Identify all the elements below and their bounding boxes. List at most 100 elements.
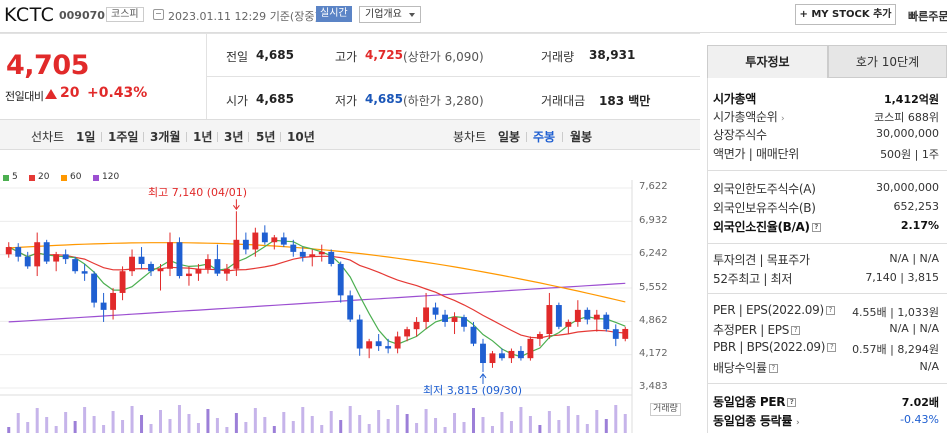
volume-bar — [7, 427, 11, 433]
volume-bar — [424, 409, 428, 433]
candle-body — [565, 321, 572, 327]
candle-body — [508, 350, 515, 359]
volume-bar — [83, 407, 87, 433]
divider — [280, 132, 281, 142]
candle-body — [214, 259, 221, 274]
candle-body — [432, 307, 439, 315]
up-triangle-icon — [45, 89, 57, 99]
candle-body — [337, 263, 344, 296]
datetime-text: 2023.01.11 12:29 — [168, 10, 267, 23]
pbr-bps-text: PBR | BPS(2022.09) — [713, 340, 826, 354]
period-5y[interactable]: 5년 — [256, 128, 275, 145]
y-tick: 4,172 — [639, 348, 668, 359]
amount-value: 183 백만 — [599, 94, 651, 108]
high-label: 고가 — [335, 50, 358, 64]
volume-bar — [196, 423, 200, 433]
y-tick: 6,932 — [639, 215, 668, 226]
corp-info-dropdown[interactable]: 기업개요 — [359, 6, 421, 23]
volume-bar — [16, 413, 20, 433]
volume-bar — [415, 423, 419, 433]
help-icon[interactable]: ? — [811, 223, 821, 232]
volume-bar — [472, 408, 475, 433]
candle-body — [442, 314, 448, 322]
period-1y[interactable]: 1년 — [193, 128, 212, 145]
candle-body — [394, 336, 401, 349]
stock-page: KCTC 009070 코스피 2023.01.11 12:29 기준(장중) … — [0, 0, 947, 433]
market-cap-rank-text: 시가총액순위 — [713, 110, 778, 124]
candlestick-chart[interactable] — [0, 180, 700, 433]
divider — [101, 132, 102, 142]
dividend-label: 배당수익률? — [713, 359, 778, 376]
candle-body — [622, 328, 629, 339]
opinion-value: N/A | N/A — [889, 252, 939, 265]
realtime-badge[interactable]: 실시간 — [316, 6, 352, 22]
volume-bar — [121, 420, 125, 433]
help-icon[interactable]: ? — [827, 343, 837, 352]
week52-value: 7,140 | 3,815 — [865, 271, 939, 284]
period-3m[interactable]: 3개월 — [150, 128, 180, 145]
y-tick: 3,483 — [639, 381, 668, 392]
market-cap-rank-label: 시가총액순위 › — [713, 108, 785, 125]
est-per-eps-text: 추정PER | EPS — [713, 323, 790, 337]
foreign-limit-value: 30,000,000 — [876, 181, 939, 194]
candle-body — [81, 271, 88, 274]
help-icon[interactable]: ? — [791, 326, 801, 335]
tab-quote-10[interactable]: 호가 10단계 — [828, 45, 947, 78]
volume-bar — [623, 414, 627, 433]
industry-change-label: 동일업종 등락률 › — [713, 412, 800, 429]
volume-bar — [159, 410, 162, 433]
clock-icon — [153, 9, 164, 20]
low-value: 4,685 — [365, 92, 403, 106]
help-icon[interactable]: ? — [825, 306, 835, 315]
candle-body — [499, 353, 505, 359]
ma60-line — [8, 242, 626, 303]
lower-limit: (하한가 3,280) — [403, 94, 484, 108]
volume-bar — [54, 426, 58, 433]
candle-daily[interactable]: 일봉 — [498, 128, 520, 145]
candle-body — [204, 259, 211, 269]
open-label: 시가 — [226, 94, 249, 108]
ma120-line — [8, 282, 626, 323]
period-1w[interactable]: 1주일 — [108, 128, 138, 145]
foreign-hold-value: 652,253 — [893, 200, 940, 213]
candle-body — [299, 251, 306, 257]
candle-weekly[interactable]: 주봉 — [533, 128, 555, 145]
dividend-value: N/A — [919, 360, 939, 373]
mystock-add-button[interactable]: + MY STOCK 추가 — [795, 4, 896, 25]
candle-monthly[interactable]: 월봉 — [570, 128, 592, 145]
volume-bar — [557, 420, 561, 433]
candle-body — [413, 321, 420, 330]
volume-bar — [348, 406, 352, 433]
help-icon[interactable]: ? — [768, 364, 778, 373]
volume-bar — [310, 416, 314, 433]
tab-invest-info[interactable]: 투자정보 — [707, 45, 828, 78]
foreign-limit-label: 외국인한도주식수(A) — [713, 182, 816, 196]
prev-close-value: 4,685 — [256, 48, 294, 62]
quick-order-link[interactable]: 빠른주문 — [908, 8, 947, 24]
volume-bar — [367, 424, 371, 433]
high-value: 4,725 — [365, 48, 403, 62]
period-1d[interactable]: 1일 — [76, 128, 95, 145]
candle-body — [423, 307, 430, 322]
candle-body — [100, 302, 107, 310]
volume-bar — [92, 416, 96, 433]
candle-body — [603, 314, 610, 330]
divider — [562, 132, 563, 142]
volume-bar — [339, 420, 343, 433]
foreign-ratio-value: 2.17% — [900, 219, 939, 232]
high-annotation: 최고 7,140 (04/01) — [148, 186, 248, 199]
dividend-text: 배당수익률 — [713, 361, 767, 375]
volume-bar — [566, 406, 570, 433]
candle-body — [72, 259, 79, 272]
candle-body — [271, 237, 278, 243]
volume-bar — [102, 425, 106, 433]
volume-bar — [140, 415, 144, 433]
divider — [707, 383, 947, 384]
volume-bar — [396, 405, 400, 433]
volume-bar — [177, 405, 181, 433]
volume-bar — [73, 421, 77, 433]
candle-body — [176, 242, 183, 277]
help-icon[interactable]: ? — [787, 398, 797, 407]
period-10y[interactable]: 10년 — [287, 128, 315, 145]
period-3y[interactable]: 3년 — [224, 128, 243, 145]
